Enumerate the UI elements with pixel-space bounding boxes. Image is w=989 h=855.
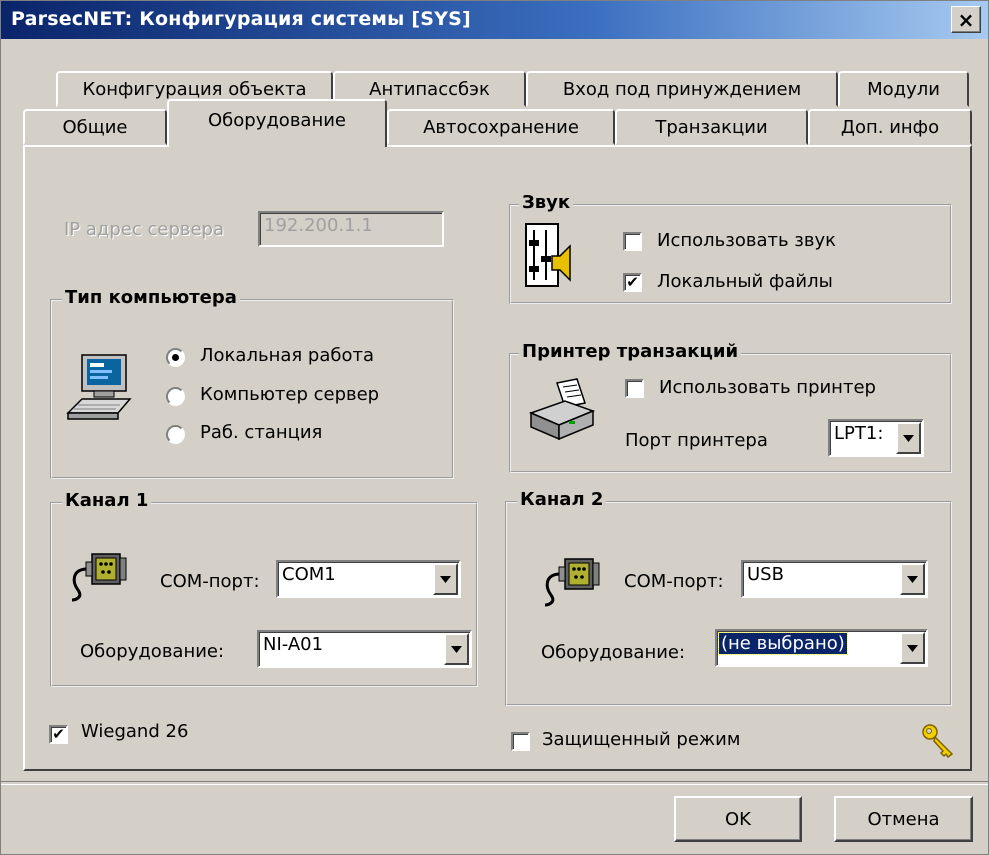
ip-address-field[interactable]: 192.200.1.1 <box>258 211 444 247</box>
chevron-down-icon[interactable] <box>900 632 925 664</box>
tab-duress-entry[interactable]: Вход под принуждением <box>526 71 838 107</box>
printer-port-select[interactable]: LPT1: <box>828 419 924 457</box>
speaker-mixer-icon <box>525 223 571 287</box>
wiegand-26-label: Wiegand 26 <box>81 721 189 742</box>
tab-label: Транзакции <box>655 116 768 138</box>
sound-group-title: Звук <box>519 192 574 213</box>
channel-1-com-label: COM-порт: <box>160 571 260 592</box>
tab-equipment[interactable]: Оборудование <box>167 99 387 147</box>
use-printer-checkbox[interactable] <box>625 379 644 398</box>
computer-icon <box>66 354 132 420</box>
radio-local-work[interactable] <box>166 348 185 367</box>
local-files-checkbox[interactable]: ✔ <box>623 273 642 292</box>
channel-1-com-value: COM1 <box>282 564 336 585</box>
separator <box>1 781 988 785</box>
channel-2-equipment-value: (не выбрано) <box>718 632 848 655</box>
tab-label: Антипассбэк <box>369 78 490 100</box>
protected-mode-checkbox[interactable] <box>511 732 530 751</box>
close-icon: × <box>957 7 975 32</box>
tab-general[interactable]: Общие <box>23 109 167 145</box>
channel-1-title: Канал 1 <box>62 490 152 511</box>
tab-label: Оборудование <box>208 109 346 131</box>
local-work-label: Локальная работа <box>200 345 374 366</box>
printer-port-label: Порт принтера <box>625 430 768 451</box>
computer-type-group: Тип компьютера Локальная работа Компьюте… <box>50 287 454 479</box>
radio-workstation[interactable] <box>166 425 185 444</box>
tab-transactions[interactable]: Транзакции <box>615 109 808 145</box>
tab-autosave[interactable]: Автосохранение <box>387 109 615 145</box>
cancel-button[interactable]: Отмена <box>834 796 973 842</box>
channel-2-equipment-select[interactable]: (не выбрано) <box>715 629 928 667</box>
window-title: ParsecNET: Конфигурация системы [SYS] <box>11 8 471 30</box>
chevron-down-icon[interactable] <box>896 422 921 454</box>
key-icon[interactable] <box>921 723 957 759</box>
tab-extra-info[interactable]: Доп. инфо <box>808 109 972 145</box>
ip-address-value: 192.200.1.1 <box>264 215 373 236</box>
tab-label: Доп. инфо <box>840 116 940 138</box>
channel-1-equipment-value: NI-A01 <box>263 634 324 655</box>
ok-button[interactable]: OK <box>674 796 802 842</box>
channel-2-com-value: USB <box>747 564 784 585</box>
ip-address-label: IP адрес сервера <box>64 219 225 240</box>
use-sound-label: Использовать звук <box>657 230 836 251</box>
use-sound-checkbox[interactable] <box>623 232 642 251</box>
com-port-cable-icon <box>544 558 600 607</box>
sound-group: Звук Использовать звук ✔ Локальный файлы <box>509 192 952 304</box>
workstation-label: Раб. станция <box>200 422 323 443</box>
computer-type-title: Тип компьютера <box>62 287 240 308</box>
local-files-label: Локальный файлы <box>657 271 833 292</box>
channel-1-equipment-select[interactable]: NI-A01 <box>257 630 472 668</box>
computer-server-label: Компьютер сервер <box>200 384 380 405</box>
check-icon: ✔ <box>626 273 639 291</box>
channel-2-group: Канал 2 COM-порт: USB Оборудование: (не … <box>505 489 952 706</box>
chevron-down-icon[interactable] <box>900 563 925 595</box>
tab-label: Автосохранение <box>423 116 579 138</box>
channel-2-title: Канал 2 <box>517 489 607 510</box>
channel-2-com-select[interactable]: USB <box>741 560 928 598</box>
chevron-down-icon[interactable] <box>444 633 469 665</box>
channel-2-com-label: COM-порт: <box>624 571 724 592</box>
tab-label: Конфигурация объекта <box>82 78 307 100</box>
chevron-down-icon[interactable] <box>433 563 458 595</box>
ok-label: OK <box>725 808 751 830</box>
check-icon: ✔ <box>52 725 65 743</box>
tab-label: Общие <box>62 116 128 138</box>
use-printer-label: Использовать принтер <box>659 377 876 398</box>
cancel-label: Отмена <box>867 808 940 830</box>
tab-label: Модули <box>867 78 940 100</box>
channel-1-equipment-label: Оборудование: <box>80 641 225 662</box>
wiegand-26-checkbox[interactable]: ✔ <box>49 725 68 744</box>
dialog-window: ParsecNET: Конфигурация системы [SYS] × … <box>0 0 989 855</box>
printer-port-value: LPT1: <box>834 423 884 444</box>
printer-group: Принтер транзакций Использовать принтер … <box>509 341 952 473</box>
channel-1-com-select[interactable]: COM1 <box>276 560 461 598</box>
close-button[interactable]: × <box>951 6 981 33</box>
title-bar: ParsecNET: Конфигурация системы [SYS] × <box>1 1 988 39</box>
printer-icon <box>528 378 596 441</box>
tab-modules[interactable]: Модули <box>838 71 969 107</box>
tab-label: Вход под принуждением <box>562 78 802 100</box>
channel-1-group: Канал 1 COM-порт: COM1 Оборудование: NI-… <box>50 490 478 687</box>
com-port-cable-icon <box>71 553 127 602</box>
radio-computer-server[interactable] <box>166 387 185 406</box>
channel-2-equipment-label: Оборудование: <box>541 642 686 663</box>
protected-mode-label: Защищенный режим <box>542 729 741 750</box>
printer-group-title: Принтер транзакций <box>519 341 742 362</box>
